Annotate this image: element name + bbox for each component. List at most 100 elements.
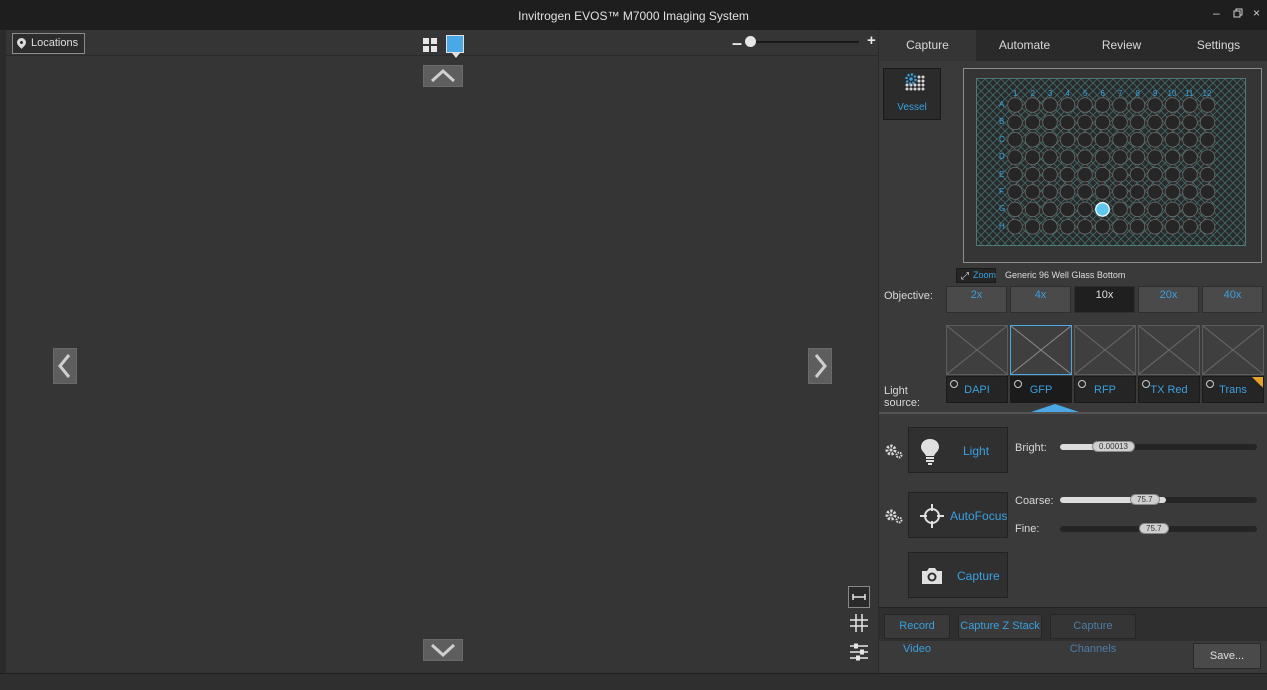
plate-well[interactable] [1164, 114, 1181, 131]
plate-well[interactable] [1094, 114, 1111, 131]
plate-well[interactable] [1147, 114, 1163, 131]
plate-well[interactable] [1164, 219, 1181, 235]
tab-settings[interactable]: Settings [1170, 30, 1267, 61]
plate-well[interactable] [1094, 97, 1111, 113]
rfp-preview-tile[interactable] [1074, 325, 1136, 375]
restore-button[interactable] [1233, 6, 1243, 21]
plate-well[interactable] [1147, 149, 1163, 165]
plate-well[interactable] [1199, 166, 1216, 183]
plate-well[interactable] [1059, 166, 1076, 183]
plate-well[interactable] [1059, 201, 1076, 218]
capture-z-stack-button[interactable]: Capture Z Stack [958, 614, 1042, 639]
objective-10x-button[interactable]: 10x [1074, 286, 1135, 313]
gfp-preview-tile[interactable] [1010, 325, 1072, 375]
multi-view-grid-icon[interactable] [423, 38, 437, 52]
plate-well[interactable] [1042, 219, 1058, 235]
plate-well[interactable] [1164, 132, 1181, 148]
plate-well[interactable] [1094, 184, 1111, 200]
locations-button[interactable]: Locations [12, 33, 86, 54]
trans-preview-tile[interactable] [1202, 325, 1264, 375]
vessel-zoom-button[interactable]: ⤢ Zoom [956, 268, 996, 283]
plate-well[interactable] [1024, 149, 1041, 165]
image-viewer[interactable]: Locations – + [6, 30, 878, 673]
plate-well[interactable] [1059, 219, 1076, 235]
plate-well[interactable] [1182, 97, 1198, 113]
plate-well[interactable] [1112, 219, 1128, 235]
plate-well[interactable] [1007, 97, 1023, 113]
plate-well[interactable] [1112, 97, 1128, 113]
plate-well[interactable] [1077, 219, 1093, 235]
plate-well[interactable] [1077, 97, 1093, 113]
plate-well[interactable] [1199, 149, 1216, 165]
selected-well[interactable] [1095, 201, 1110, 217]
plate-well[interactable] [1042, 166, 1058, 183]
light-trans-button[interactable]: Trans B [1202, 376, 1264, 403]
plate-well[interactable] [1007, 219, 1023, 235]
single-view-icon[interactable] [446, 35, 464, 58]
plate-well[interactable] [1077, 149, 1093, 165]
plate-well[interactable] [1129, 97, 1146, 113]
plate-well[interactable] [1199, 132, 1216, 148]
plate-well[interactable] [1059, 149, 1076, 165]
plate-well[interactable] [1059, 97, 1076, 113]
plate-well[interactable] [1164, 97, 1181, 113]
zoom-out-button[interactable]: – [732, 33, 742, 54]
plate-well[interactable] [1024, 201, 1041, 218]
plate-well[interactable] [1147, 132, 1163, 148]
plate-well[interactable] [1147, 201, 1163, 218]
plate-well[interactable] [1077, 132, 1093, 148]
plate-well[interactable] [1024, 132, 1041, 148]
plate-well[interactable] [1182, 184, 1198, 200]
coarse-slider-value[interactable]: 75.7 [1130, 494, 1160, 505]
plate-well[interactable] [1059, 184, 1076, 200]
nav-up-button[interactable] [423, 65, 463, 87]
zoom-slider-handle[interactable] [745, 36, 756, 47]
plate-well[interactable] [1042, 149, 1058, 165]
plate-well[interactable] [1007, 166, 1023, 183]
plate-well[interactable] [1182, 132, 1198, 148]
plate-well[interactable] [1007, 201, 1023, 218]
plate-well[interactable] [1164, 166, 1181, 183]
light-settings-gear-icon[interactable] [884, 442, 904, 460]
dapi-preview-tile[interactable] [946, 325, 1008, 375]
plate-well[interactable] [1112, 184, 1128, 200]
plate-well[interactable] [1182, 166, 1198, 183]
plate-well[interactable] [1042, 132, 1058, 148]
zoom-slider-track[interactable] [746, 41, 859, 43]
plate-well[interactable] [1024, 166, 1041, 183]
plate-well[interactable] [1112, 166, 1128, 183]
plate-well[interactable] [1007, 184, 1023, 200]
plate-well[interactable] [1042, 114, 1058, 131]
light-gfp-button[interactable]: GFP [1010, 376, 1072, 403]
capture-button[interactable]: Capture [908, 552, 1008, 598]
objective-40x-button[interactable]: 40x [1202, 286, 1263, 313]
plate-well[interactable] [1077, 166, 1093, 183]
plate-well[interactable] [1094, 132, 1111, 148]
minimize-button[interactable]: – [1213, 6, 1220, 20]
plate-well[interactable] [1024, 97, 1041, 113]
plate-well[interactable] [1007, 114, 1023, 131]
plate-well[interactable] [1042, 97, 1058, 113]
plate-well[interactable] [1129, 132, 1146, 148]
plate-well[interactable] [1094, 149, 1111, 165]
plate-well[interactable] [1024, 219, 1041, 235]
plate-well[interactable] [1077, 184, 1093, 200]
plate-well[interactable] [1147, 219, 1163, 235]
plate-well[interactable] [1199, 114, 1216, 131]
measure-ruler-icon[interactable] [848, 586, 870, 608]
plate-well[interactable] [1164, 149, 1181, 165]
plate-well[interactable] [1007, 132, 1023, 148]
light-button[interactable]: Light [908, 427, 1008, 473]
tab-review[interactable]: Review [1073, 30, 1170, 61]
autofocus-settings-gear-icon[interactable] [884, 507, 904, 525]
plate-well[interactable] [1094, 166, 1111, 183]
objective-4x-button[interactable]: 4x [1010, 286, 1071, 313]
plate-well[interactable] [1024, 114, 1041, 131]
light-tx-red-button[interactable]: TX Red [1138, 376, 1200, 403]
plate-well[interactable] [1112, 149, 1128, 165]
plate-well[interactable] [1059, 132, 1076, 148]
plate-well[interactable] [1147, 184, 1163, 200]
plate-well[interactable] [1077, 201, 1093, 218]
plate-well[interactable] [1182, 201, 1198, 218]
plate-well[interactable] [1129, 114, 1146, 131]
